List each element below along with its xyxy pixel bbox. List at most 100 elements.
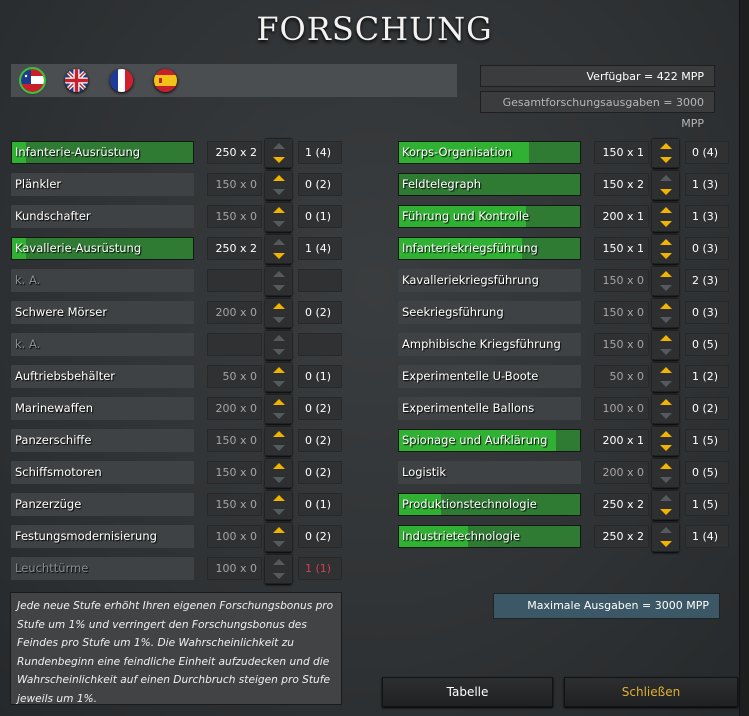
level-stepper[interactable] [265, 458, 292, 488]
increase-button[interactable] [265, 139, 292, 153]
decrease-button[interactable] [652, 185, 679, 199]
research-name[interactable]: Panzerzüge [11, 493, 194, 516]
level-stepper[interactable] [265, 138, 292, 168]
decrease-button[interactable] [265, 377, 292, 391]
level-stepper[interactable] [652, 362, 679, 392]
level-stepper[interactable] [265, 426, 292, 456]
increase-button[interactable] [265, 203, 292, 217]
uk-flag-icon[interactable] [65, 69, 88, 92]
research-name[interactable]: k. A. [11, 333, 194, 356]
decrease-button[interactable] [652, 153, 679, 167]
spain-flag-icon[interactable] [154, 69, 177, 92]
research-name[interactable]: Experimentelle Ballons [398, 397, 581, 420]
level-stepper[interactable] [265, 330, 292, 360]
research-name[interactable]: Leuchttürme [11, 557, 194, 580]
decrease-button[interactable] [652, 281, 679, 295]
research-name[interactable]: Industrietechnologie [398, 525, 581, 548]
decrease-button[interactable] [652, 313, 679, 327]
decrease-button[interactable] [265, 441, 292, 455]
level-stepper[interactable] [652, 266, 679, 296]
increase-button[interactable] [652, 363, 679, 377]
decrease-button[interactable] [652, 377, 679, 391]
decrease-button[interactable] [265, 217, 292, 231]
increase-button[interactable] [652, 267, 679, 281]
increase-button[interactable] [652, 139, 679, 153]
research-name[interactable]: Seekriegsführung [398, 301, 581, 324]
increase-button[interactable] [652, 491, 679, 505]
decrease-button[interactable] [265, 249, 292, 263]
research-name[interactable]: Kavallerie-Ausrüstung [11, 237, 194, 260]
close-button[interactable]: Schließen [564, 677, 738, 707]
increase-button[interactable] [652, 427, 679, 441]
increase-button[interactable] [265, 555, 292, 569]
research-name[interactable]: Spionage und Aufklärung [398, 429, 581, 452]
increase-button[interactable] [652, 459, 679, 473]
increase-button[interactable] [265, 523, 292, 537]
decrease-button[interactable] [265, 569, 292, 583]
decrease-button[interactable] [652, 505, 679, 519]
research-name[interactable]: Amphibische Kriegsführung [398, 333, 581, 356]
research-name[interactable]: Logistik [398, 461, 581, 484]
increase-button[interactable] [652, 203, 679, 217]
increase-button[interactable] [265, 267, 292, 281]
research-name[interactable]: Schwere Mörser [11, 301, 194, 324]
level-stepper[interactable] [652, 330, 679, 360]
decrease-button[interactable] [265, 153, 292, 167]
decrease-button[interactable] [265, 281, 292, 295]
research-name[interactable]: Plänkler [11, 173, 194, 196]
increase-button[interactable] [265, 427, 292, 441]
research-name[interactable]: Panzerschiffe [11, 429, 194, 452]
increase-button[interactable] [265, 171, 292, 185]
level-stepper[interactable] [265, 394, 292, 424]
level-stepper[interactable] [652, 170, 679, 200]
level-stepper[interactable] [265, 554, 292, 584]
research-name[interactable]: Auftriebsbehälter [11, 365, 194, 388]
level-stepper[interactable] [265, 362, 292, 392]
increase-button[interactable] [265, 331, 292, 345]
level-stepper[interactable] [265, 522, 292, 552]
decrease-button[interactable] [265, 505, 292, 519]
research-name[interactable]: Kundschafter [11, 205, 194, 228]
decrease-button[interactable] [265, 473, 292, 487]
research-name[interactable]: Schiffsmotoren [11, 461, 194, 484]
level-stepper[interactable] [265, 266, 292, 296]
increase-button[interactable] [265, 299, 292, 313]
decrease-button[interactable] [265, 313, 292, 327]
decrease-button[interactable] [652, 249, 679, 263]
decrease-button[interactable] [265, 185, 292, 199]
decrease-button[interactable] [652, 345, 679, 359]
level-stepper[interactable] [652, 426, 679, 456]
level-stepper[interactable] [652, 298, 679, 328]
decrease-button[interactable] [265, 537, 292, 551]
level-stepper[interactable] [652, 234, 679, 264]
research-name[interactable]: Kavalleriekriegsführung [398, 269, 581, 292]
increase-button[interactable] [265, 235, 292, 249]
research-name[interactable]: Festungsmodernisierung [11, 525, 194, 548]
increase-button[interactable] [652, 395, 679, 409]
increase-button[interactable] [265, 459, 292, 473]
research-name[interactable]: Feldtelegraph [398, 173, 581, 196]
level-stepper[interactable] [652, 394, 679, 424]
increase-button[interactable] [652, 171, 679, 185]
csa-flag-icon[interactable] [19, 67, 46, 94]
increase-button[interactable] [265, 491, 292, 505]
decrease-button[interactable] [652, 537, 679, 551]
level-stepper[interactable] [652, 458, 679, 488]
research-name[interactable]: Infanterie-Ausrüstung [11, 141, 194, 164]
increase-button[interactable] [652, 235, 679, 249]
decrease-button[interactable] [652, 409, 679, 423]
level-stepper[interactable] [652, 138, 679, 168]
level-stepper[interactable] [652, 202, 679, 232]
research-name[interactable]: Führung und Kontrolle [398, 205, 581, 228]
level-stepper[interactable] [265, 490, 292, 520]
research-name[interactable]: Infanteriekriegsführung [398, 237, 581, 260]
level-stepper[interactable] [265, 202, 292, 232]
level-stepper[interactable] [265, 234, 292, 264]
decrease-button[interactable] [652, 441, 679, 455]
research-name[interactable]: Experimentelle U-Boote [398, 365, 581, 388]
research-name[interactable]: Marinewaffen [11, 397, 194, 420]
increase-button[interactable] [652, 299, 679, 313]
increase-button[interactable] [652, 523, 679, 537]
decrease-button[interactable] [265, 345, 292, 359]
table-button[interactable]: Tabelle [382, 677, 553, 707]
